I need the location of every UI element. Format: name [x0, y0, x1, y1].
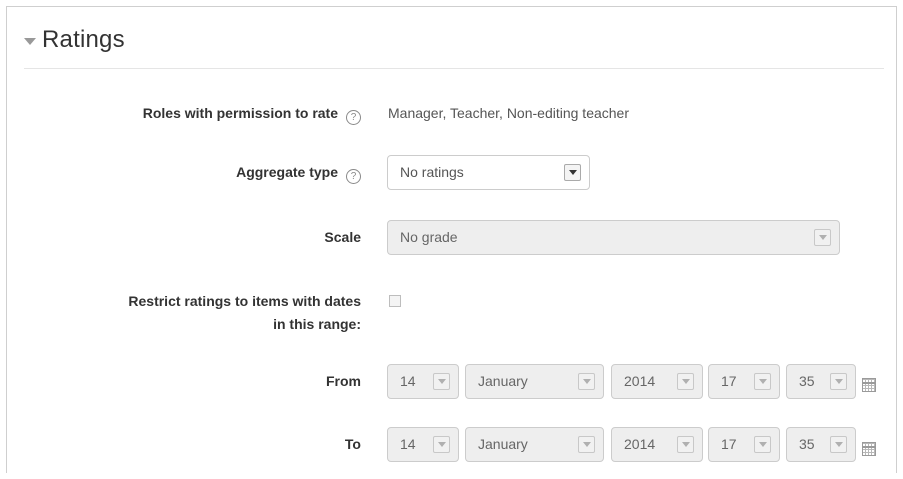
caret-down-icon[interactable] [24, 37, 36, 45]
scale-select[interactable]: No grade [387, 220, 840, 255]
to-minute-select[interactable]: 35 [786, 427, 856, 462]
from-minute-value: 35 [799, 373, 815, 389]
chevron-down-icon[interactable] [830, 436, 847, 453]
chevron-down-icon[interactable] [677, 373, 694, 390]
aggregate-type-value: No ratings [400, 164, 464, 180]
calendar-icon[interactable] [862, 442, 876, 456]
to-minute-value: 35 [799, 436, 815, 452]
restrict-label-line2: in this range: [273, 316, 361, 332]
chevron-down-icon[interactable] [433, 436, 450, 453]
roles-label: Roles with permission to rate? [143, 104, 361, 125]
from-year-value: 2014 [624, 373, 656, 389]
section-divider [24, 68, 884, 69]
from-hour-value: 17 [721, 373, 737, 389]
to-hour-select[interactable]: 17 [708, 427, 780, 462]
section-title[interactable]: Ratings [42, 26, 125, 54]
from-label: From [326, 373, 361, 389]
chevron-down-icon[interactable] [754, 436, 771, 453]
chevron-down-icon[interactable] [433, 373, 450, 390]
from-minute-select[interactable]: 35 [786, 364, 856, 399]
to-day-value: 14 [400, 436, 416, 452]
scale-label: Scale [324, 229, 361, 245]
to-year-select[interactable]: 2014 [611, 427, 703, 462]
from-hour-select[interactable]: 17 [708, 364, 780, 399]
from-year-select[interactable]: 2014 [611, 364, 703, 399]
from-day-value: 14 [400, 373, 416, 389]
restrict-label: Restrict ratings to items with dates in … [128, 292, 361, 334]
roles-value: Manager, Teacher, Non-editing teacher [388, 105, 630, 121]
to-year-value: 2014 [624, 436, 656, 452]
restrict-checkbox[interactable] [389, 295, 401, 307]
from-month-select[interactable]: January [465, 364, 604, 399]
from-month-value: January [478, 373, 528, 389]
chevron-down-icon[interactable] [578, 373, 595, 390]
calendar-icon[interactable] [862, 378, 876, 392]
to-hour-value: 17 [721, 436, 737, 452]
aggregate-label: Aggregate type? [236, 163, 361, 184]
chevron-down-icon[interactable] [814, 229, 831, 246]
scale-value: No grade [400, 229, 458, 245]
to-day-select[interactable]: 14 [387, 427, 459, 462]
chevron-down-icon[interactable] [578, 436, 595, 453]
aggregate-type-select[interactable]: No ratings [387, 155, 590, 190]
to-month-select[interactable]: January [465, 427, 604, 462]
help-circle-icon[interactable]: ? [346, 169, 361, 184]
to-label: To [344, 436, 361, 452]
restrict-label-line1: Restrict ratings to items with dates [128, 293, 361, 309]
chevron-down-icon[interactable] [830, 373, 847, 390]
to-month-value: January [478, 436, 528, 452]
help-circle-icon[interactable]: ? [346, 110, 361, 125]
from-day-select[interactable]: 14 [387, 364, 459, 399]
chevron-down-icon[interactable] [564, 164, 581, 181]
aggregate-label-text: Aggregate type [236, 164, 338, 180]
chevron-down-icon[interactable] [754, 373, 771, 390]
section-header[interactable]: Ratings [24, 26, 125, 54]
chevron-down-icon[interactable] [677, 436, 694, 453]
roles-label-text: Roles with permission to rate [142, 105, 338, 121]
